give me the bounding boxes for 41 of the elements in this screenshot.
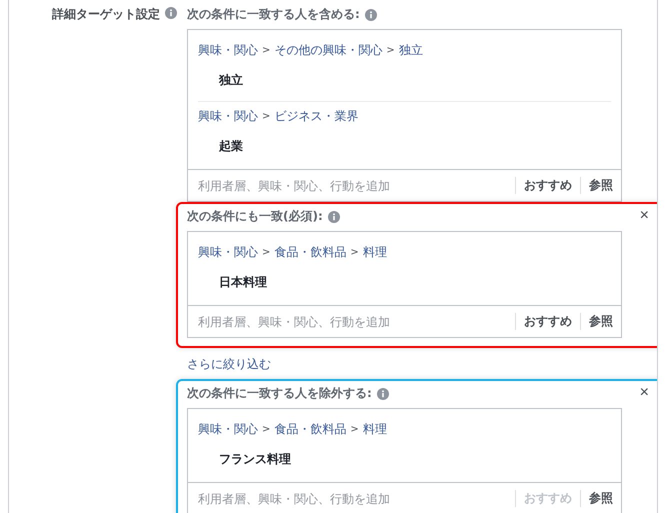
browse-button[interactable]: 参照	[580, 490, 621, 507]
section-heading: 次の条件に一致する人を除外する:	[187, 384, 372, 402]
search-field[interactable]: 利用者層、興味・関心、行動を追加	[188, 178, 515, 192]
breadcrumb-link[interactable]: 興味・関心	[198, 244, 258, 261]
browse-button[interactable]: 参照	[580, 313, 621, 330]
breadcrumb-separator: >	[262, 247, 270, 258]
breadcrumb-separator: >	[262, 424, 270, 435]
selected-interest[interactable]: フランス料理	[219, 451, 611, 468]
breadcrumb-link[interactable]: 興味・関心	[198, 42, 258, 59]
breadcrumb-separator: >	[350, 424, 359, 435]
breadcrumb-separator: >	[386, 45, 395, 56]
breadcrumb-link[interactable]: 食品・飲料品	[274, 244, 346, 261]
section-heading: 次の条件に一致する人を含める:	[187, 6, 360, 22]
close-button[interactable]: ×	[636, 386, 653, 400]
breadcrumb-separator: >	[350, 247, 359, 258]
breadcrumb-link[interactable]: 料理	[362, 421, 387, 438]
selected-interest[interactable]: 日本料理	[219, 274, 611, 291]
breadcrumb-link[interactable]: 興味・関心	[198, 108, 258, 125]
info-icon[interactable]	[165, 7, 177, 19]
close-button[interactable]: ×	[636, 209, 653, 223]
narrow-further-link[interactable]: さらに絞り込む	[187, 356, 271, 373]
info-icon[interactable]	[364, 8, 377, 20]
info-icon[interactable]	[376, 388, 389, 400]
search-field[interactable]: 利用者層、興味・関心、行動を追加	[188, 492, 515, 506]
breadcrumb-separator: >	[262, 111, 270, 122]
breadcrumb-link[interactable]: ビジネス・業界	[274, 108, 358, 125]
breadcrumb-link[interactable]: 独立	[398, 42, 423, 59]
search-field[interactable]: 利用者層、興味・関心、行動を追加	[188, 314, 515, 328]
info-icon[interactable]	[328, 210, 340, 222]
breadcrumb-link[interactable]: 料理	[362, 244, 387, 261]
selected-interest[interactable]: 起業	[219, 138, 611, 155]
section-heading: 次の条件にも一致(必須):	[187, 208, 323, 224]
suggestions-button[interactable]: おすすめ	[515, 177, 580, 194]
suggestions-button[interactable]: おすすめ	[515, 313, 580, 330]
breadcrumb-link[interactable]: 興味・関心	[198, 421, 258, 438]
browse-button[interactable]: 参照	[580, 177, 621, 194]
selected-interest[interactable]: 独立	[219, 72, 611, 89]
breadcrumb-separator: >	[262, 45, 270, 56]
field-label: 詳細ターゲット設定	[52, 6, 160, 23]
breadcrumb-link[interactable]: その他の興味・関心	[274, 42, 382, 59]
breadcrumb-link[interactable]: 食品・飲料品	[274, 421, 346, 438]
